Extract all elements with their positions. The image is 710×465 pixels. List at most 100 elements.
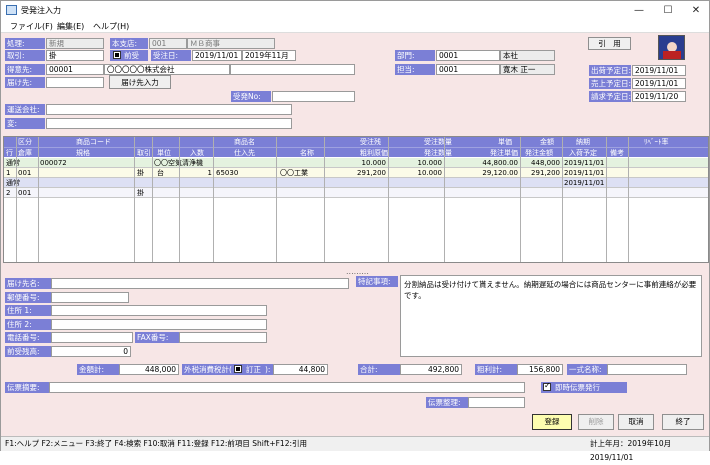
- delivery-name-label: 届け先名:: [5, 278, 51, 289]
- zip-field[interactable]: [51, 292, 129, 303]
- slip-manager-label: 伝票整理:: [426, 397, 468, 408]
- fax-label: FAX番号:: [135, 332, 179, 343]
- staff-name-field: 寛木 正一: [500, 64, 555, 75]
- cancel-button[interactable]: 取消: [618, 414, 654, 430]
- row1-arrival-date[interactable]: 2019/11/01: [564, 168, 604, 178]
- sales-date-field[interactable]: 2019/11/01: [632, 78, 686, 89]
- department-label: 部門:: [395, 50, 435, 61]
- slip-summary-label: 伝票摘要:: [5, 382, 49, 393]
- quote-button[interactable]: 引 用: [588, 37, 631, 50]
- grid-header-row-2: 行 倉庫 規格 取引 単位 入数 仕入先 名称 粗利原価 発注数量 発注単価 発…: [4, 147, 708, 157]
- row2-delivery-date[interactable]: 2019/11/01: [564, 178, 604, 188]
- branch-code-field[interactable]: 001: [149, 38, 187, 49]
- row2-warehouse[interactable]: 001: [18, 188, 31, 198]
- department-code-field[interactable]: 0001: [436, 50, 500, 61]
- exit-button[interactable]: 終了: [662, 414, 704, 430]
- col-amount: 金額: [540, 138, 554, 146]
- grid-header-row-1: 区分 商品コード 商品名 受注残 受注数量 単価 金額 納期 ﾘﾍﾞｰﾄ率: [4, 137, 708, 147]
- delivery-code-field[interactable]: [46, 77, 104, 88]
- col-product-name: 商品名: [234, 138, 255, 146]
- delete-button[interactable]: 削除: [578, 414, 614, 430]
- col-row: 行: [6, 149, 13, 157]
- row2-category: 通常: [6, 179, 20, 187]
- address2-field[interactable]: [51, 319, 267, 330]
- tax-total-field: 44,800: [273, 364, 328, 375]
- splitter-handle[interactable]: .........: [346, 267, 369, 276]
- row1-delivery-date[interactable]: 2019/11/01: [564, 158, 604, 168]
- instant-issue-checkbox[interactable]: [543, 381, 551, 391]
- tax-correct-checkbox[interactable]: [234, 365, 242, 373]
- col-spec: 規格: [76, 149, 90, 157]
- fax-field[interactable]: [179, 332, 267, 343]
- phone-label: 電話番号:: [5, 332, 51, 343]
- row1-product-code[interactable]: 000072: [40, 158, 67, 168]
- table-row[interactable]: 1 001 掛 台 1 65030 〇〇工業 291,200 10.000 29…: [4, 168, 708, 178]
- order-no-field[interactable]: [272, 91, 355, 102]
- menu-edit[interactable]: 編集(E): [57, 21, 84, 32]
- staff-code-field[interactable]: 0001: [436, 64, 500, 75]
- row1-backlog: 10.000: [361, 159, 387, 167]
- col-trade: 取引: [137, 149, 151, 157]
- minimize-button[interactable]: —: [625, 3, 653, 18]
- row2-trade[interactable]: 掛: [137, 188, 144, 198]
- slip-summary-field[interactable]: [49, 382, 525, 393]
- customer-extra-field[interactable]: [230, 64, 355, 75]
- customer-name-field[interactable]: 〇〇〇〇〇株式会社: [104, 64, 230, 75]
- grand-total-field: 492,800: [400, 364, 462, 375]
- delivery-input-button[interactable]: 届け先入力: [109, 75, 171, 89]
- processing-label: 処理:: [5, 38, 45, 49]
- phone-field[interactable]: [51, 332, 133, 343]
- row1-pack[interactable]: 1: [180, 168, 212, 178]
- address1-field[interactable]: [51, 305, 267, 316]
- billing-date-field[interactable]: 2019/11/20: [632, 91, 686, 102]
- row1-supplier[interactable]: 65030: [216, 168, 238, 178]
- notes-label: 特記事項:: [356, 276, 398, 287]
- col-supplier: 仕入先: [234, 149, 255, 157]
- row1-category: 通常: [6, 159, 20, 167]
- row1-unit-price[interactable]: 44,800.00: [456, 158, 518, 168]
- row1-purchase-qty[interactable]: 10.000: [390, 168, 443, 178]
- table-row[interactable]: 2 001 掛: [4, 188, 708, 198]
- col-purchase-amount: 発注金額: [525, 149, 553, 157]
- staff-label: 担当:: [395, 64, 435, 75]
- table-row[interactable]: 通常 000072 〇〇空気清浄機 10.000 10.000 44,800.0…: [4, 158, 708, 168]
- menu-bar: ファイル(F) 編集(E) ヘルプ(H): [1, 20, 709, 33]
- col-pack: 入数: [190, 149, 204, 157]
- maximize-button[interactable]: ☐: [654, 3, 682, 18]
- order-date-label: 受注日:: [151, 50, 191, 61]
- memo-field[interactable]: [46, 118, 292, 129]
- row1-unit[interactable]: 台: [157, 168, 164, 178]
- customer-code-field[interactable]: 00001: [46, 64, 104, 75]
- profit-total-field: 156,800: [517, 364, 563, 375]
- row1-order-qty[interactable]: 10.000: [390, 158, 443, 168]
- table-row[interactable]: 通常 2019/11/01: [4, 178, 708, 188]
- row1-purchase-price[interactable]: 29,120.00: [456, 168, 518, 178]
- shipping-company-label: 運送会社:: [5, 104, 45, 115]
- notes-textarea[interactable]: 分割納品は受け付けて貰えません。納期遅延の場合には商品センターに事前連絡が必要で…: [400, 275, 702, 357]
- delivery-name-field[interactable]: [51, 278, 349, 289]
- row1-warehouse[interactable]: 001: [18, 168, 31, 178]
- processing-field: 新規: [46, 38, 104, 49]
- menu-help[interactable]: ヘルプ(H): [93, 21, 129, 32]
- zip-label: 郵便番号:: [5, 292, 51, 303]
- prev-balance-field: 0: [51, 346, 131, 357]
- col-supplier-name: 名称: [300, 149, 314, 157]
- close-button[interactable]: ✕: [682, 3, 710, 18]
- order-date-field[interactable]: 2019/11/01: [192, 50, 242, 61]
- col-rebate: ﾘﾍﾞｰﾄ率: [644, 138, 669, 146]
- ship-date-field[interactable]: 2019/11/01: [632, 65, 686, 76]
- prev-order-checkbox[interactable]: [113, 51, 121, 59]
- row2-line-no: 2: [6, 189, 11, 197]
- slip-manager-field[interactable]: [468, 397, 525, 408]
- row1-supplier-name: 〇〇工業: [280, 169, 308, 177]
- transaction-field[interactable]: 掛: [46, 50, 104, 61]
- shipping-company-field[interactable]: [46, 104, 292, 115]
- customer-label: 得意先:: [5, 64, 45, 75]
- row1-trade[interactable]: 掛: [137, 168, 144, 178]
- profit-total-label: 粗利計:: [475, 364, 517, 375]
- sales-date-label: 売上予定日:: [589, 78, 631, 89]
- col-product-code: 商品コード: [76, 138, 111, 146]
- menu-file[interactable]: ファイル(F): [10, 21, 53, 32]
- lump-name-field[interactable]: [607, 364, 687, 375]
- register-button[interactable]: 登録: [532, 414, 572, 430]
